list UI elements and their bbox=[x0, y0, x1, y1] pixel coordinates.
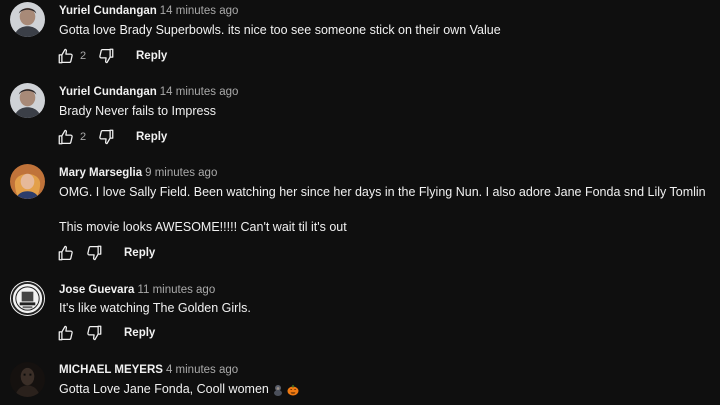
comment-text-line: This movie looks AWESOME!!!!! Can't wait… bbox=[59, 220, 347, 234]
avatar[interactable] bbox=[10, 83, 45, 118]
comment-actions: 2 Reply bbox=[56, 46, 167, 66]
comment-author[interactable]: MICHAEL MEYERS bbox=[59, 364, 163, 376]
thumbs-up-icon[interactable] bbox=[56, 323, 76, 343]
comment-author[interactable]: Mary Marseglia bbox=[59, 167, 142, 179]
comment-text: Brady Never fails to Impress bbox=[59, 104, 216, 118]
comment-header: Jose Guevara 11 minutes ago bbox=[59, 283, 215, 297]
like-count: 2 bbox=[80, 131, 87, 143]
reply-button[interactable]: Reply bbox=[124, 247, 155, 259]
comment-timestamp[interactable]: 11 minutes ago bbox=[137, 284, 215, 296]
pumpkin-emoji bbox=[287, 384, 299, 396]
reply-button[interactable]: Reply bbox=[136, 131, 167, 143]
comment-author[interactable]: Yuriel Cundangan bbox=[59, 5, 157, 17]
comment-header: MICHAEL MEYERS 4 minutes ago bbox=[59, 363, 238, 377]
avatar[interactable] bbox=[10, 362, 45, 397]
comment-timestamp[interactable]: 4 minutes ago bbox=[166, 364, 238, 376]
comment-text: Gotta Love Jane Fonda, Cooll women bbox=[59, 381, 299, 397]
comment-text-content: Gotta Love Jane Fonda, Cooll women bbox=[59, 382, 269, 396]
gorilla-emoji bbox=[272, 384, 284, 396]
comment-timestamp[interactable]: 9 minutes ago bbox=[145, 167, 217, 179]
comment-author[interactable]: Yuriel Cundangan bbox=[59, 86, 157, 98]
avatar[interactable] bbox=[10, 281, 45, 316]
thumbs-down-icon[interactable] bbox=[96, 127, 116, 147]
avatar[interactable] bbox=[10, 164, 45, 199]
thumbs-up-icon[interactable] bbox=[56, 243, 76, 263]
comment-actions: Reply bbox=[56, 243, 155, 263]
comment-header: Yuriel Cundangan 14 minutes ago bbox=[59, 4, 238, 18]
comment-text: It's like watching The Golden Girls. bbox=[59, 301, 251, 315]
avatar[interactable] bbox=[10, 2, 45, 37]
thumbs-down-icon[interactable] bbox=[84, 323, 104, 343]
thumbs-down-icon[interactable] bbox=[84, 243, 104, 263]
thumbs-up-icon[interactable] bbox=[56, 127, 76, 147]
thumbs-down-icon[interactable] bbox=[96, 46, 116, 66]
reply-button[interactable]: Reply bbox=[124, 327, 155, 339]
comment-text-line: OMG. I love Sally Field. Been watching h… bbox=[59, 185, 706, 199]
thumbs-up-icon[interactable] bbox=[56, 46, 76, 66]
comment-actions: Reply bbox=[56, 323, 155, 343]
comment-timestamp[interactable]: 14 minutes ago bbox=[160, 86, 239, 98]
reply-button[interactable]: Reply bbox=[136, 50, 167, 62]
comment-timestamp[interactable]: 14 minutes ago bbox=[160, 5, 239, 17]
comment-actions: 2 Reply bbox=[56, 127, 167, 147]
comment-author[interactable]: Jose Guevara bbox=[59, 284, 134, 296]
comment-header: Yuriel Cundangan 14 minutes ago bbox=[59, 85, 238, 99]
like-count: 2 bbox=[80, 50, 87, 62]
comment-text: Gotta love Brady Superbowls. its nice to… bbox=[59, 23, 501, 37]
comment-header: Mary Marseglia 9 minutes ago bbox=[59, 166, 217, 180]
